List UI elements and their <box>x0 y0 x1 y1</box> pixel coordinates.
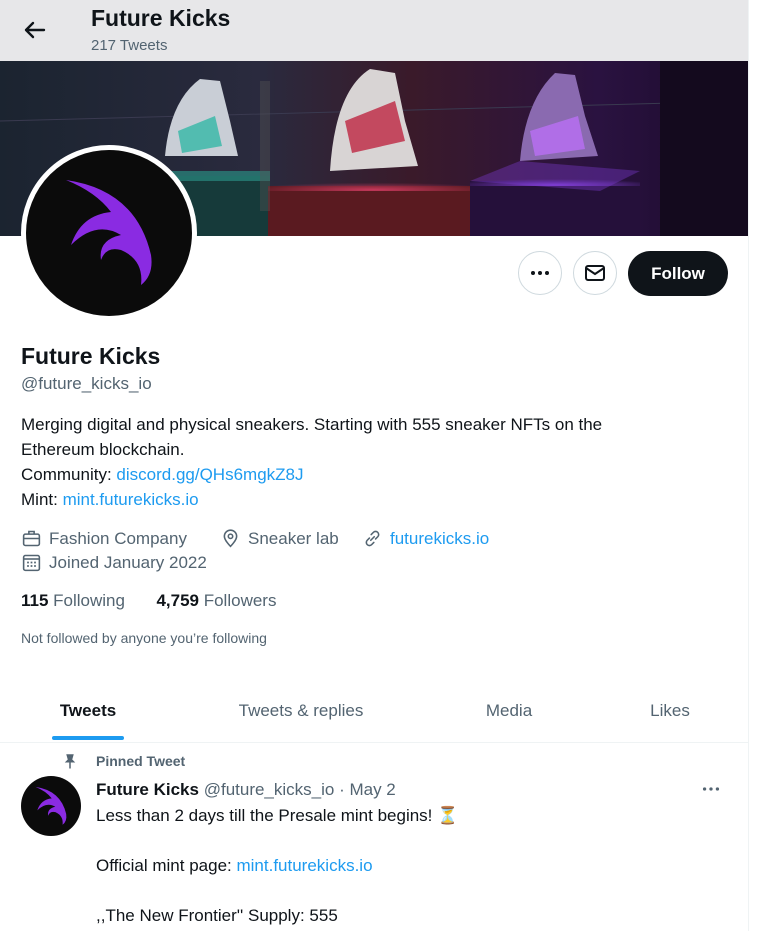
joined-text: Joined January 2022 <box>49 552 207 572</box>
followers-label: Followers <box>199 591 277 610</box>
bio-community: Community: discord.gg/QHs6mgkZ8J <box>21 462 721 487</box>
tab-label: Tweets <box>59 701 117 720</box>
profile-website: futurekicks.io <box>362 528 489 549</box>
profile-handle: @future_kicks_io <box>21 374 152 393</box>
future-kicks-logo <box>66 180 152 285</box>
tab-media[interactable]: Media <box>474 680 544 742</box>
follow-button[interactable]: Follow <box>628 251 728 296</box>
link-icon <box>365 530 380 547</box>
not-followed-note: Not followed by anyone you’re following <box>21 630 267 646</box>
community-link[interactable]: discord.gg/QHs6mgkZ8J <box>116 465 303 484</box>
location-pin-icon <box>223 529 238 548</box>
tab-label: Tweets & replies <box>238 701 364 720</box>
bio-line: Ethereum blockchain. <box>21 440 185 459</box>
bio-line: Merging digital and physical sneakers. S… <box>21 415 603 434</box>
mint-label: Mint: <box>21 490 63 509</box>
tab-tweets-replies[interactable]: Tweets & replies <box>225 680 377 742</box>
tweet-more-button[interactable] <box>700 778 722 805</box>
arrow-left-icon <box>24 21 46 39</box>
category-text: Fashion Company <box>49 528 187 548</box>
following-label: Following <box>48 591 125 610</box>
header-title: Future Kicks <box>91 5 231 31</box>
tweet-author-avatar[interactable] <box>21 776 81 836</box>
profile-avatar[interactable] <box>21 145 197 321</box>
tweet-text-line: Less than 2 days till the Presale mint b… <box>96 806 459 825</box>
envelope-icon <box>585 265 605 281</box>
mint-link[interactable]: mint.futurekicks.io <box>63 490 199 509</box>
profile-tabs: Tweets Tweets & replies Media Likes <box>0 680 748 743</box>
more-icon <box>531 271 549 275</box>
future-kicks-logo <box>35 786 67 825</box>
pinned-label: Pinned Tweet <box>96 753 186 769</box>
message-button[interactable] <box>573 251 617 295</box>
more-options-button[interactable] <box>518 251 562 295</box>
followers-count: 4,759 <box>156 591 199 610</box>
tweet-text-line: Official mint page: mint.futurekicks.io <box>96 856 373 876</box>
website-link[interactable]: futurekicks.io <box>390 529 489 549</box>
community-label: Community: <box>21 465 117 484</box>
profile-column: Future Kicks 217 Tweets Follow Future Ki… <box>0 0 749 931</box>
pin-icon <box>61 752 79 775</box>
tab-label: Likes <box>650 701 690 720</box>
profile-name: Future Kicks <box>21 343 161 369</box>
tweet-author-name[interactable]: Future Kicks <box>96 780 199 799</box>
tab-tweets[interactable]: Tweets <box>52 680 124 742</box>
following-stat[interactable]: 115 Following <box>21 591 125 610</box>
more-icon <box>702 787 720 791</box>
profile-stats: 115 Following 4,759 Followers <box>21 591 276 611</box>
profile-category: Fashion Company <box>21 528 187 549</box>
tweet-text-line: ,,The New Frontier'' Supply: 555 <box>96 906 338 925</box>
tab-label: Media <box>485 701 533 720</box>
tab-likes[interactable]: Likes <box>640 680 700 742</box>
tweet-author-handle[interactable]: @future_kicks_io <box>199 780 335 799</box>
top-header: Future Kicks 217 Tweets <box>0 0 748 61</box>
calendar-icon <box>22 554 41 572</box>
profile-location: Sneaker lab <box>220 528 339 549</box>
profile-bio: Merging digital and physical sneakers. S… <box>21 412 721 512</box>
location-text: Sneaker lab <box>248 528 339 548</box>
tweet-count: 217 Tweets <box>91 37 168 54</box>
tweet-date[interactable]: · May 2 <box>334 780 396 799</box>
following-count: 115 <box>21 591 49 610</box>
back-button[interactable] <box>18 14 50 46</box>
profile-joined: Joined January 2022 <box>21 552 207 573</box>
followers-stat[interactable]: 4,759 Followers <box>156 591 276 610</box>
tweet-mint-link[interactable]: mint.futurekicks.io <box>236 856 372 875</box>
tweet-header: Future Kicks @future_kicks_io · May 2 <box>96 780 396 800</box>
bio-mint: Mint: mint.futurekicks.io <box>21 487 721 512</box>
mint-page-label: Official mint page: <box>96 856 237 875</box>
active-tab-indicator <box>52 736 124 740</box>
briefcase-icon <box>22 530 41 547</box>
